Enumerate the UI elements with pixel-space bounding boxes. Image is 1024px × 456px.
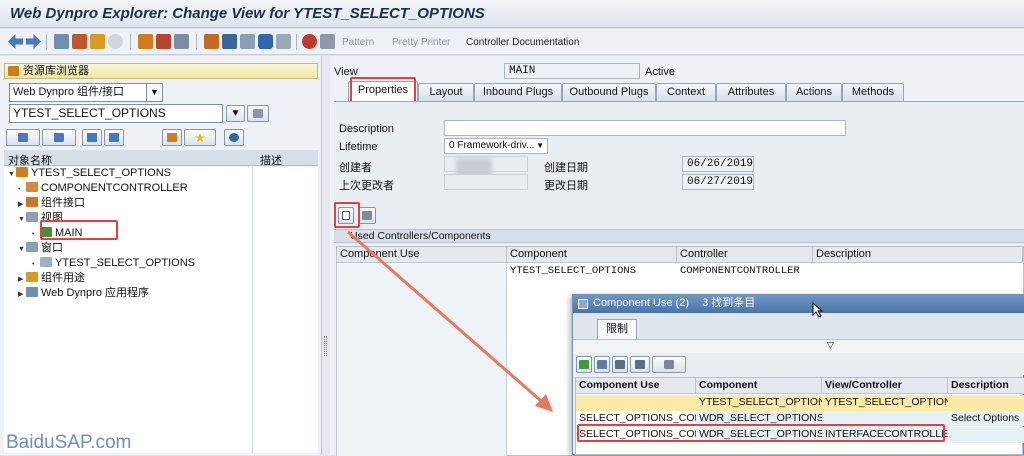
col-view-controller[interactable]: View/Controller	[822, 378, 948, 393]
highlight-interfacecontroller-row	[577, 424, 945, 442]
dialog-title: Component Use (2)	[593, 297, 689, 309]
component-use-dialog: Component Use (2) 3 找到条目 限制 ▽ Component …	[572, 294, 1024, 455]
cell-component: YTEST_SELECT_OPTIONS	[699, 396, 822, 408]
find-next-icon	[635, 360, 645, 369]
cell-view-controller: YTEST_SELECT_OPTIONS	[825, 396, 948, 408]
dialog-tab-strip: 限制	[573, 313, 1024, 339]
mouse-cursor-icon	[812, 302, 824, 318]
dialog-found-count: 3 找到条目	[702, 297, 756, 309]
binoculars-icon	[615, 360, 625, 369]
close-icon	[597, 360, 607, 369]
dialog-icon	[578, 299, 588, 309]
dialog-result-table: Component Use Component View/Controller …	[575, 377, 1024, 455]
watermark: BaiduSAP.com	[6, 432, 132, 453]
find-button[interactable]	[612, 356, 628, 373]
confirm-button[interactable]	[576, 356, 592, 373]
col-component[interactable]: Component	[696, 378, 822, 393]
tab-restrictions[interactable]: 限制	[597, 319, 637, 339]
cancel-button[interactable]	[594, 356, 610, 373]
print-button[interactable]	[652, 356, 686, 373]
table-row[interactable]: YTEST_SELECT_OPTIONS YTEST_SELECT_OPTION…	[576, 395, 1024, 411]
checkmark-icon	[579, 360, 589, 369]
cell-description	[948, 427, 1024, 443]
expand-restrictions-icon[interactable]: ▽	[827, 340, 834, 351]
arrow-line	[347, 230, 549, 409]
cell-description: Select Options	[948, 411, 1024, 426]
table-header-row: Component Use Component View/Controller …	[576, 378, 1024, 394]
dialog-toolbar	[573, 353, 1024, 375]
col-component-use[interactable]: Component Use	[576, 378, 696, 393]
find-next-button[interactable]	[630, 356, 650, 373]
col-description[interactable]: Description	[948, 378, 1024, 393]
dialog-restrictions-area: ▽	[573, 339, 1024, 353]
printer-icon	[664, 360, 674, 369]
dialog-title-bar: Component Use (2) 3 找到条目	[573, 295, 1024, 313]
